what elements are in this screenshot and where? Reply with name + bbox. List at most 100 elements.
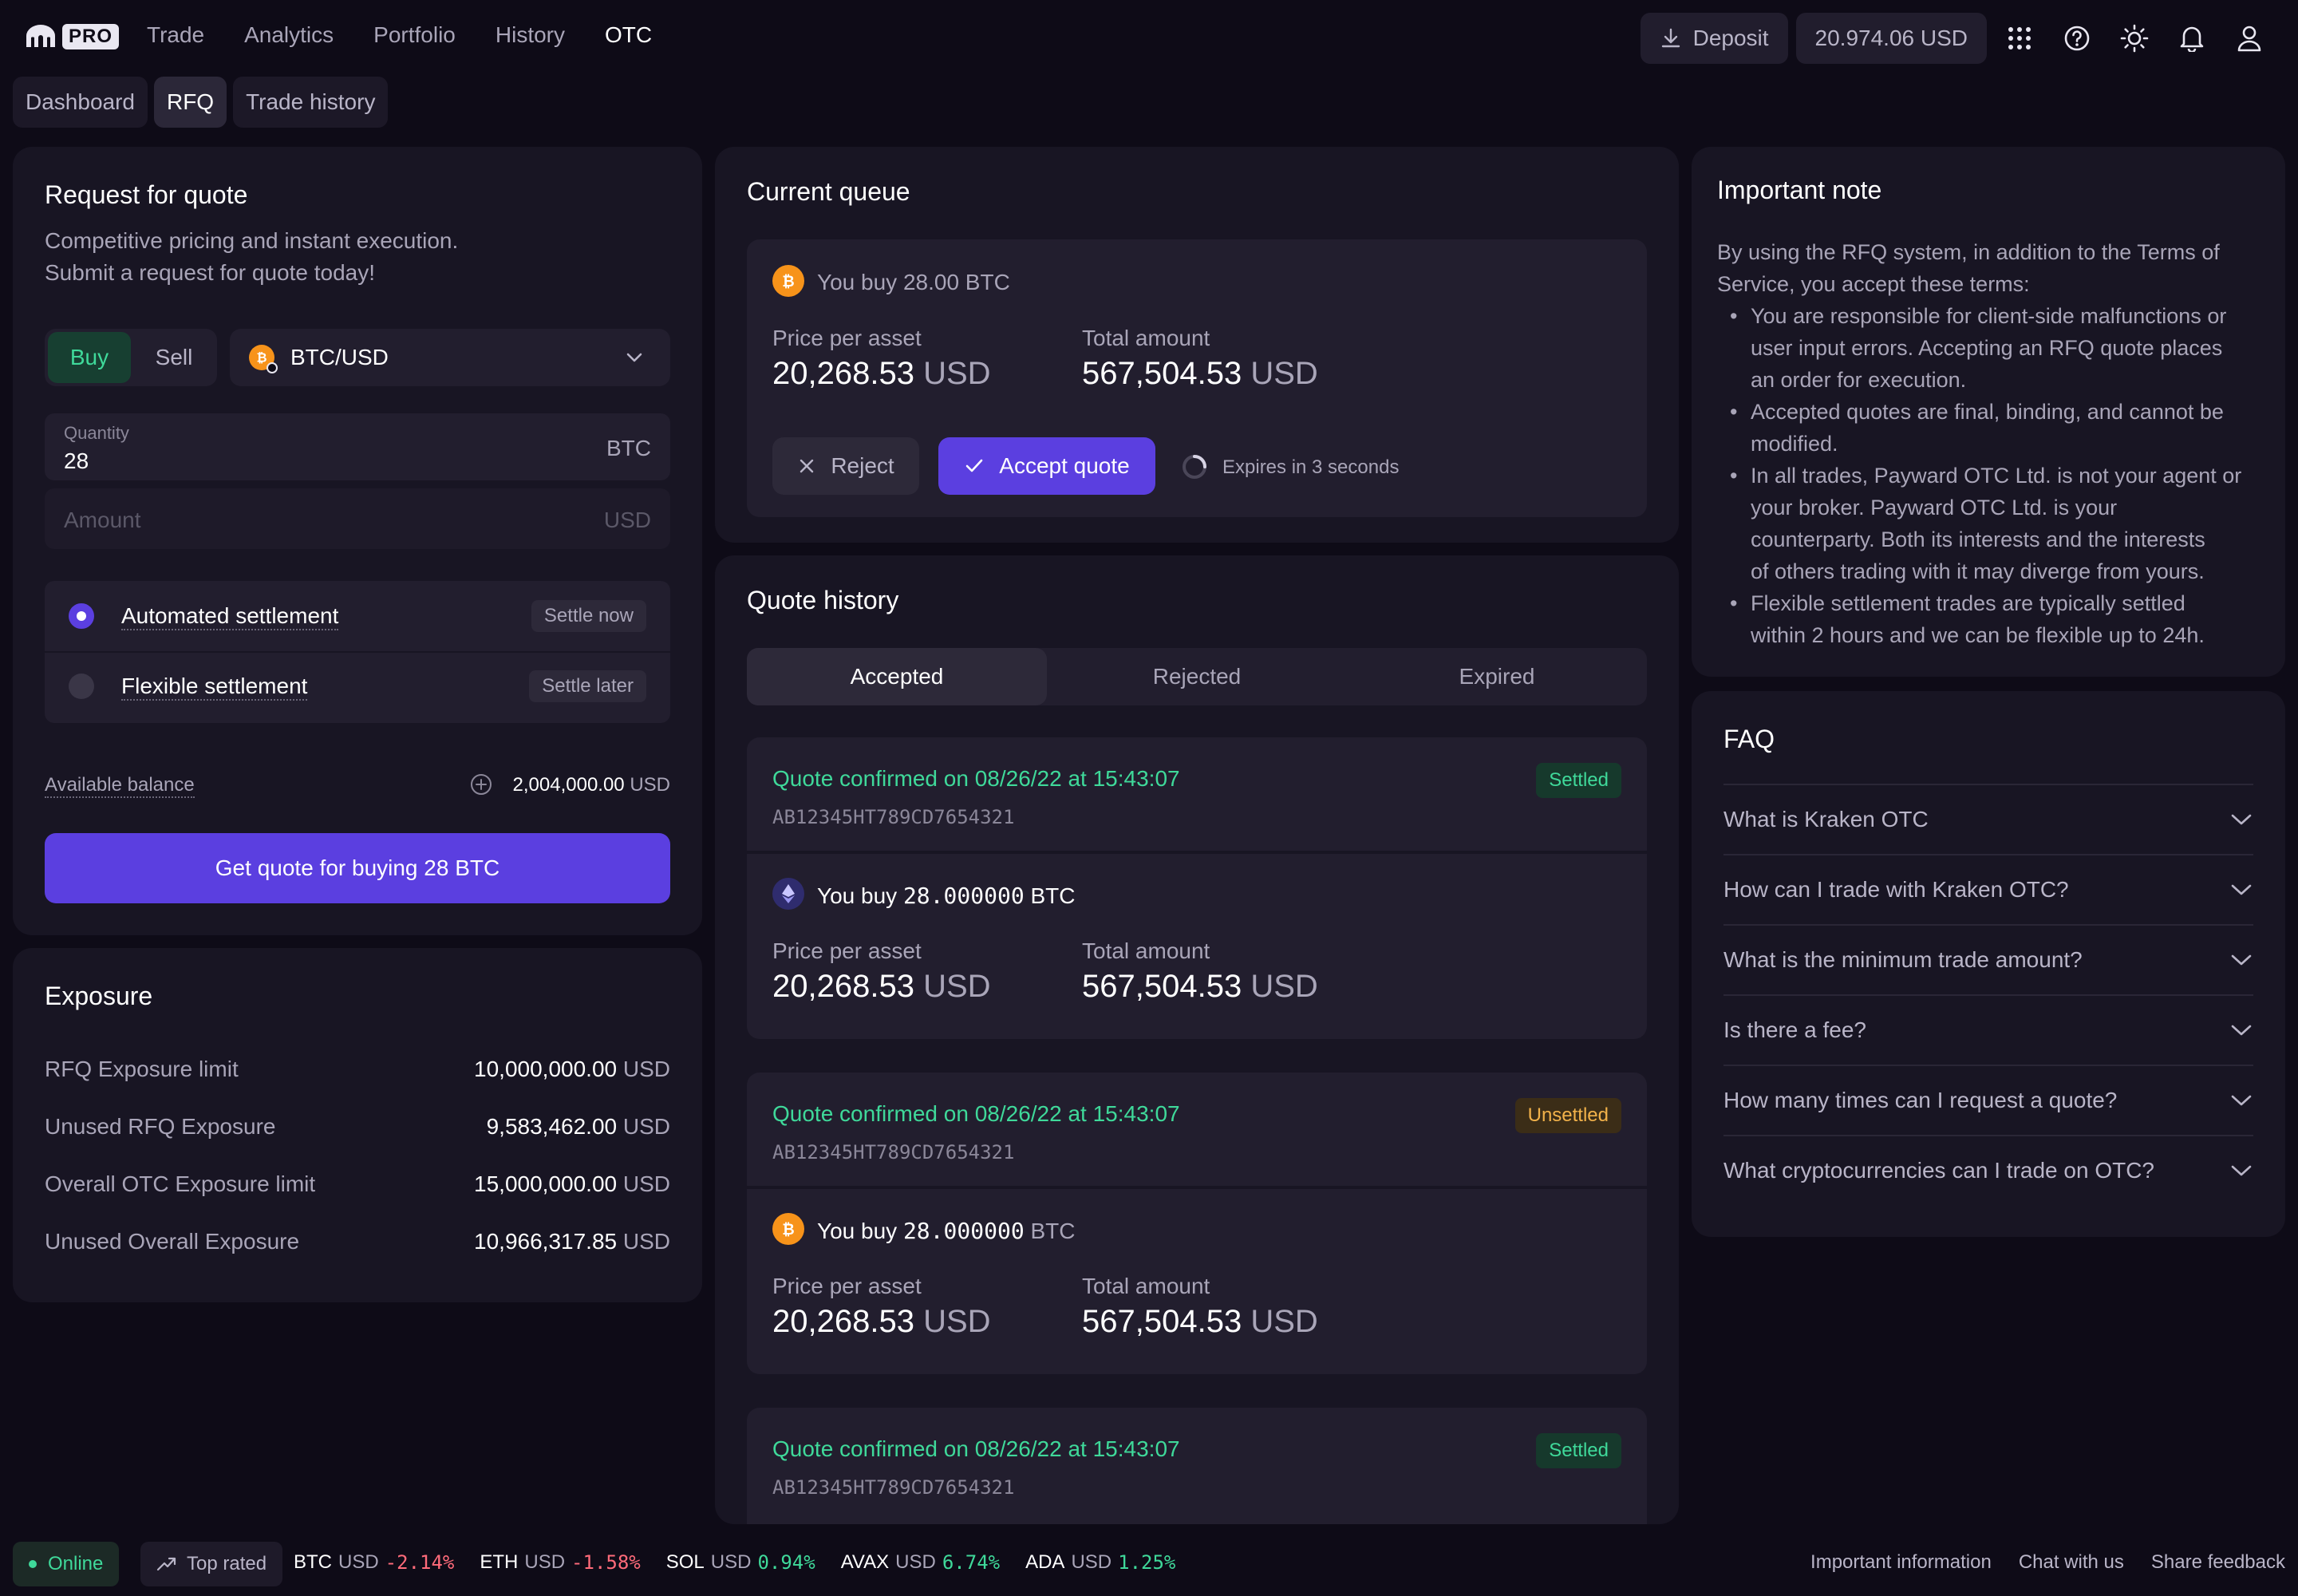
faq-item[interactable]: Is there a fee? bbox=[1724, 994, 2253, 1065]
account-balance[interactable]: 20.974.06 USD bbox=[1795, 13, 1987, 64]
help-button[interactable] bbox=[2052, 13, 2102, 64]
chat-with-us-link[interactable]: Chat with us bbox=[2019, 1551, 2124, 1574]
tab-dashboard[interactable]: Dashboard bbox=[13, 77, 148, 128]
history-item-header[interactable]: Quote confirmed on 08/26/22 at 15:43:07 … bbox=[747, 1073, 1647, 1186]
ticker-item[interactable]: ETH USD -1.58% bbox=[480, 1551, 640, 1574]
balance-amount: 2,004,000.00 bbox=[512, 774, 625, 796]
history-price-label: Price per asset bbox=[772, 938, 922, 963]
kraken-pro-logo[interactable]: PRO bbox=[24, 24, 120, 49]
settle-later-tag: Settle later bbox=[529, 670, 646, 702]
available-balance-label: Available balance bbox=[45, 774, 195, 798]
history-item-header[interactable]: Quote confirmed on 08/26/22 at 15:43:07 … bbox=[747, 737, 1647, 851]
accept-quote-button[interactable]: Accept quote bbox=[938, 437, 1155, 495]
buy-asset: BTC bbox=[1030, 883, 1076, 908]
ticker-quote: USD bbox=[710, 1551, 752, 1573]
kraken-logo-icon bbox=[26, 25, 55, 47]
status-bar: Online Top rated BTC USD -2.14% ETH USD -1.5… bbox=[0, 1532, 2298, 1596]
ticker-item[interactable]: AVAX USD 6.74% bbox=[841, 1551, 1000, 1574]
ticker-asset: AVAX bbox=[840, 1551, 890, 1573]
faq-item[interactable]: How many times can I request a quote? bbox=[1724, 1065, 2253, 1135]
user-icon bbox=[2237, 26, 2261, 52]
exposure-row-label: RFQ Exposure limit bbox=[45, 1057, 239, 1081]
nav-trade[interactable]: Trade bbox=[147, 22, 204, 48]
history-title: Quote history bbox=[747, 586, 899, 614]
ticker-quote: USD bbox=[895, 1551, 936, 1573]
ticker-item[interactable]: SOL USD 0.94% bbox=[666, 1551, 815, 1574]
tab-rfq[interactable]: RFQ bbox=[153, 77, 227, 128]
ticker-item[interactable]: BTC USD -2.14% bbox=[294, 1551, 454, 1574]
history-price-value: 20,268.53 bbox=[772, 969, 914, 1004]
ticker-change: 6.74% bbox=[942, 1551, 1001, 1574]
queue-quote-card: ₿ You buy 28.00 BTC Price per asset 20,2… bbox=[747, 239, 1647, 517]
buy-prefix: You buy bbox=[817, 883, 903, 908]
usd-mini-icon bbox=[267, 362, 278, 373]
quote-id: AB12345HT789CD7654321 bbox=[772, 1476, 1015, 1499]
radio-unselected-icon[interactable] bbox=[69, 674, 94, 699]
note-bullet-line: within 2 hours and we can be flexible up… bbox=[1751, 623, 2205, 647]
nav-history[interactable]: History bbox=[496, 22, 565, 48]
add-funds-icon[interactable] bbox=[469, 772, 493, 796]
important-information-link[interactable]: Important information bbox=[1810, 1551, 1992, 1574]
sun-icon bbox=[2120, 24, 2149, 53]
nav-portfolio[interactable]: Portfolio bbox=[373, 22, 456, 48]
exposure-row-unit: USD bbox=[622, 1229, 670, 1254]
download-icon bbox=[1661, 28, 1680, 48]
countdown-spinner-icon bbox=[1183, 455, 1206, 479]
profile-button[interactable] bbox=[2225, 13, 2274, 64]
faq-question: Is there a fee? bbox=[1724, 1017, 1867, 1042]
exposure-row-label: Unused RFQ Exposure bbox=[45, 1114, 276, 1139]
top-rated-button[interactable]: Top rated bbox=[140, 1542, 283, 1586]
faq-item[interactable]: What cryptocurrencies can I trade on OTC… bbox=[1724, 1135, 2253, 1205]
nav-otc[interactable]: OTC bbox=[605, 22, 652, 48]
history-you-buy: You buy 28.000000 BTC bbox=[817, 1218, 1075, 1244]
apps-grid-button[interactable] bbox=[1995, 13, 2044, 64]
flexible-settlement-option[interactable]: Flexible settlement Settle later bbox=[45, 653, 670, 723]
footer-links: Important information Chat with us Share… bbox=[1810, 1551, 2285, 1574]
svg-text:₿: ₿ bbox=[782, 273, 794, 290]
quantity-input[interactable]: 28 bbox=[64, 448, 89, 474]
tab-accepted-label: Accepted bbox=[850, 664, 944, 689]
quantity-field[interactable]: Quantity 28 BTC bbox=[45, 413, 670, 480]
theme-toggle-button[interactable] bbox=[2110, 13, 2159, 64]
trending-up-icon bbox=[156, 1557, 176, 1571]
sell-button[interactable]: Sell bbox=[134, 332, 214, 383]
history-item-header[interactable]: Quote confirmed on 08/26/22 at 15:43:07 … bbox=[747, 1408, 1647, 1524]
history-price-unit: USD bbox=[923, 1304, 991, 1339]
ticker-item[interactable]: ADA USD 1.25% bbox=[1025, 1551, 1175, 1574]
radio-selected-icon[interactable] bbox=[69, 603, 94, 629]
amount-field[interactable]: Amount USD bbox=[45, 488, 670, 549]
tab-trade-history[interactable]: Trade history bbox=[233, 77, 389, 128]
reject-button[interactable]: Reject bbox=[772, 437, 919, 495]
tab-rejected[interactable]: Rejected bbox=[1047, 648, 1347, 705]
pair-select[interactable]: ₿ BTC/USD bbox=[230, 329, 670, 386]
connection-status[interactable]: Online bbox=[13, 1542, 120, 1586]
tab-accepted[interactable]: Accepted bbox=[747, 648, 1047, 705]
nav-analytics[interactable]: Analytics bbox=[244, 22, 334, 48]
faq-item[interactable]: How can I trade with Kraken OTC? bbox=[1724, 854, 2253, 924]
balance-unit: USD bbox=[630, 774, 670, 796]
faq-item[interactable]: What is Kraken OTC bbox=[1724, 784, 2253, 854]
amount-unit: USD bbox=[603, 508, 651, 532]
quote-id: AB12345HT789CD7654321 bbox=[772, 1141, 1015, 1163]
history-total-value: 567,504.53 bbox=[1082, 969, 1242, 1004]
get-quote-button[interactable]: Get quote for buying 28 BTC bbox=[45, 833, 670, 903]
faq-item[interactable]: What is the minimum trade amount? bbox=[1724, 924, 2253, 994]
close-icon bbox=[800, 459, 814, 473]
bell-icon bbox=[2180, 26, 2204, 52]
deposit-button[interactable]: Deposit bbox=[1640, 13, 1788, 64]
buy-amount: 28.000000 bbox=[902, 883, 1025, 909]
note-bullet: • You are responsible for client-side ma… bbox=[1717, 300, 2268, 396]
tab-expired[interactable]: Expired bbox=[1347, 648, 1647, 705]
ticker-quote: USD bbox=[1071, 1551, 1112, 1573]
share-feedback-link[interactable]: Share feedback bbox=[2151, 1551, 2285, 1574]
automated-settlement-option[interactable]: Automated settlement Settle now bbox=[45, 581, 670, 651]
exposure-row-unit: USD bbox=[622, 1171, 670, 1196]
history-you-buy: You buy 28.000000 BTC bbox=[817, 883, 1075, 909]
history-total-label: Total amount bbox=[1082, 1274, 1210, 1298]
notifications-button[interactable] bbox=[2167, 13, 2217, 64]
settle-now-tag: Settle now bbox=[531, 600, 646, 632]
automated-settlement-label: Automated settlement bbox=[121, 603, 339, 630]
note-bullet-line: counterparty. Both its interests and the… bbox=[1751, 527, 2205, 551]
quote-history-panel: Quote history Accepted Rejected Expired … bbox=[715, 555, 1679, 1524]
buy-button[interactable]: Buy bbox=[48, 332, 131, 383]
